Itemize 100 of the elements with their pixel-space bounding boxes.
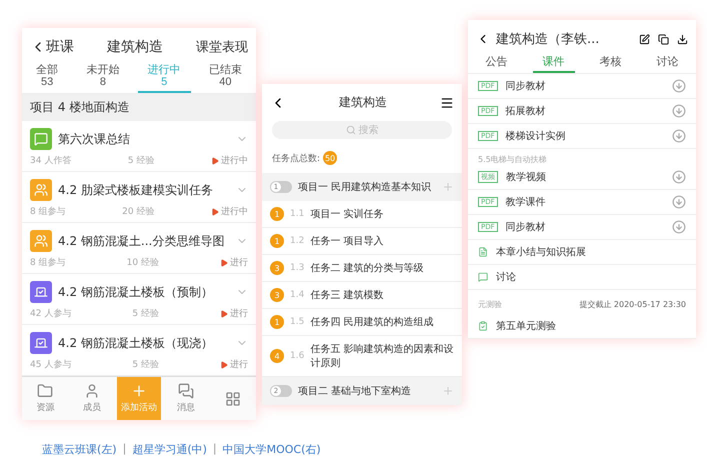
file-title: 讨论 xyxy=(496,270,516,284)
task-number: 1.1 xyxy=(290,209,304,219)
task-title: 任务五 影响建筑构造的因素和设计原则 xyxy=(310,342,454,370)
play-icon xyxy=(220,310,228,318)
course-tab[interactable]: 公告 xyxy=(476,54,518,74)
task-row[interactable]: 1 1.2 任务一 项目导入 xyxy=(262,228,462,255)
caption-link[interactable]: 蓝墨云班课(左) xyxy=(42,442,117,457)
copy-icon[interactable] xyxy=(658,34,669,44)
task-title: 项目一 实训任务 xyxy=(310,208,384,221)
activity-title: 4.2 肋梁式楼板建模实训任务 xyxy=(58,182,213,199)
task-title: 任务一 项目导入 xyxy=(310,234,384,248)
task-number: 1.6 xyxy=(290,351,304,361)
screen-title: 建筑构造 xyxy=(107,38,163,56)
task-row[interactable]: 3 1.4 任务三 建筑模数 xyxy=(262,282,462,309)
status-label: 进行 xyxy=(230,256,248,270)
group-task-icon xyxy=(30,230,52,252)
activity-title: 4.2 钢筋混凝土楼板（现浇） xyxy=(58,334,213,352)
section-header: 项目 4 楼地面构造 xyxy=(22,94,256,122)
activity-item[interactable]: 4.2 肋梁式楼板建模实训任务 8 组参与 20 经验 进行中 xyxy=(22,172,256,224)
courseware-row[interactable]: 本章小结与知识拓展 xyxy=(468,240,696,266)
file-title: 同步教材 xyxy=(506,220,546,234)
participant-count: 45 人参与 xyxy=(30,358,72,372)
file-title: 教学课件 xyxy=(506,196,546,210)
document-icon xyxy=(478,247,488,258)
file-title: 拓展教材 xyxy=(506,104,546,118)
task-number: 1.3 xyxy=(290,263,304,273)
project-title: 项目二 基础与地下室构造 xyxy=(298,384,412,398)
plus-icon xyxy=(442,181,454,193)
task-row[interactable]: 3 1.3 任务二 建筑的分类与等级 xyxy=(262,255,462,282)
task-total-badge: 50 xyxy=(323,151,338,165)
nav-button[interactable]: 资源 xyxy=(23,377,68,420)
task-count-badge: 4 xyxy=(270,349,284,363)
caption-link[interactable]: 超星学习通(中) xyxy=(132,442,207,457)
back-button[interactable]: 班课 xyxy=(30,38,74,56)
task-title: 任务四 民用建筑的构造组成 xyxy=(310,316,434,329)
activity-title: 第六次课总结 xyxy=(58,130,130,148)
vote-icon xyxy=(30,281,52,304)
participant-count: 8 组参与 xyxy=(30,206,66,218)
filter-tab[interactable]: 未开始 8 xyxy=(76,62,130,94)
file-title: 本章小结与知识拓展 xyxy=(496,246,586,260)
screen-title: 建筑构造 xyxy=(339,94,387,111)
file-title: 教学视频 xyxy=(506,170,546,184)
task-number: 1.4 xyxy=(290,290,304,300)
task-count-badge: 1 xyxy=(270,234,284,248)
task-number: 1.2 xyxy=(290,236,304,246)
play-icon xyxy=(220,360,228,369)
activity-title: 4.2 钢筋混凝土楼板（预制） xyxy=(58,284,213,301)
screen-title: 建筑构造（李铁... xyxy=(496,31,600,48)
courseware-row[interactable]: 第五单元测验 xyxy=(468,314,696,340)
download-icon[interactable] xyxy=(677,34,688,44)
folder-icon xyxy=(37,383,54,400)
play-icon xyxy=(210,156,219,165)
nav-button[interactable]: 成员 xyxy=(70,377,114,420)
chat-icon xyxy=(178,383,194,400)
filter-tab[interactable]: 已结束 40 xyxy=(198,62,252,94)
activity-item[interactable]: 第六次课总结 34 人作答 5 经验 进行中 xyxy=(22,121,256,172)
file-title: 同步教材 xyxy=(506,80,546,94)
task-count-badge: 1 xyxy=(270,315,284,329)
task-title: 任务二 建筑的分类与等级 xyxy=(310,262,424,275)
play-icon xyxy=(210,208,219,216)
task-row[interactable]: 1 1.5 任务四 民用建筑的构造组成 xyxy=(262,309,462,336)
participant-count: 34 人作答 xyxy=(30,154,72,168)
status-label: 进行中 xyxy=(220,206,248,218)
task-title: 任务三 建筑模数 xyxy=(310,288,384,302)
status-label: 进行 xyxy=(230,308,248,320)
submission-deadline: 提交截止 2020-05-17 23:30 xyxy=(579,299,686,310)
group-task-icon xyxy=(30,179,52,202)
menu-icon[interactable] xyxy=(440,96,454,110)
quiz-icon xyxy=(478,321,488,332)
experience-points: 5 经验 xyxy=(132,308,159,320)
project-title: 项目一 民用建筑构造基本知识 xyxy=(298,180,432,194)
filter-tab[interactable]: 全部 53 xyxy=(26,62,68,94)
experience-points: 5 经验 xyxy=(128,154,154,168)
edit-icon[interactable] xyxy=(639,34,650,44)
activity-item[interactable]: 4.2 钢筋混凝土楼板（预制） 42 人参与 5 经验 进行 xyxy=(22,274,256,326)
play-icon xyxy=(220,258,228,267)
nav-button[interactable]: 消息 xyxy=(164,377,208,420)
activity-item[interactable]: 4.2 钢筋混凝土...分类思维导图 8 组参与 10 经验 进行 xyxy=(22,223,256,274)
speech-bubble-icon xyxy=(30,128,52,150)
vote-icon xyxy=(30,332,52,354)
task-count-badge: 3 xyxy=(270,261,284,275)
person-icon xyxy=(84,383,100,400)
participant-count: 8 组参与 xyxy=(30,256,66,270)
experience-points: 10 经验 xyxy=(126,256,159,270)
separator: | xyxy=(212,442,217,457)
course-tab[interactable]: 讨论 xyxy=(646,54,688,74)
task-total-label: 任务点总数: xyxy=(272,152,320,164)
experience-points: 20 经验 xyxy=(122,206,154,218)
status-label: 进行中 xyxy=(220,154,248,168)
activity-title: 4.2 钢筋混凝土...分类思维导图 xyxy=(58,232,224,250)
caption-link[interactable]: 中国大学MOOC(右) xyxy=(222,442,321,457)
courseware-row[interactable]: 讨论 xyxy=(468,265,696,290)
participant-count: 42 人参与 xyxy=(30,308,72,320)
status-label: 进行 xyxy=(230,358,248,372)
discussion-icon xyxy=(478,272,488,282)
grid-icon xyxy=(224,390,241,407)
task-count-badge: 1 xyxy=(270,207,284,221)
plus-icon xyxy=(442,385,454,397)
task-row[interactable]: 1 1.1 项目一 实训任务 xyxy=(262,201,462,228)
course-tab[interactable]: 考核 xyxy=(590,54,632,74)
